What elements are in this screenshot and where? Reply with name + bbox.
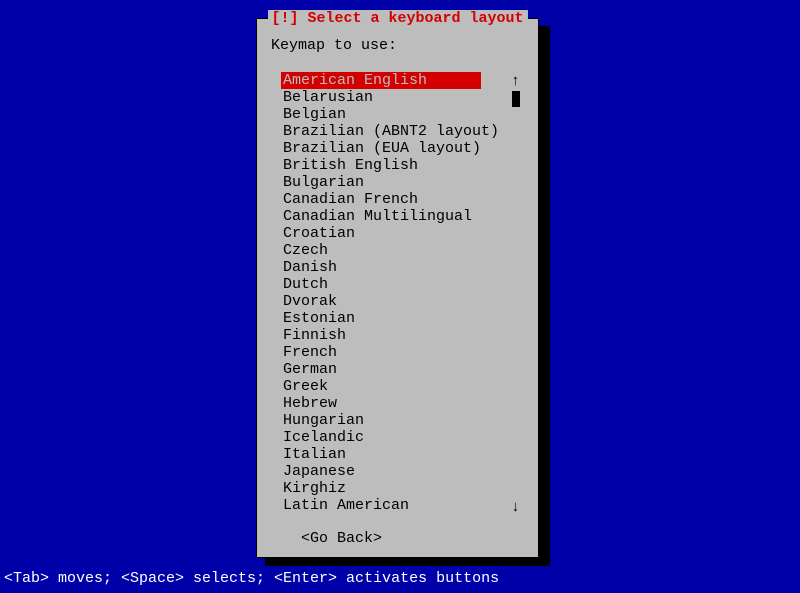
list-item[interactable]: Estonian [281,310,524,327]
dialog-content: Keymap to use: American English Belarusi… [257,19,538,557]
list-item[interactable]: Icelandic [281,429,524,446]
dialog-title: [!] Select a keyboard layout [267,10,527,27]
list-item[interactable]: Latin American [281,497,524,514]
list-item[interactable]: Greek [281,378,524,395]
list-item[interactable]: Brazilian (ABNT2 layout) [281,123,524,140]
go-back-button[interactable]: <Go Back> [301,530,524,547]
list-item[interactable]: British English [281,157,524,174]
scroll-thumb[interactable] [512,91,520,107]
scroll-up-icon[interactable]: ↑ [511,73,520,90]
scroll-down-icon[interactable]: ↓ [511,499,520,516]
list-item[interactable]: Italian [281,446,524,463]
list-item[interactable]: American English [281,72,481,89]
list-item[interactable]: Danish [281,259,524,276]
list-item[interactable]: Brazilian (EUA layout) [281,140,524,157]
list-item[interactable]: Finnish [281,327,524,344]
list-item[interactable]: German [281,361,524,378]
list-item[interactable]: Canadian French [281,191,524,208]
list-item[interactable]: Belgian [281,106,524,123]
list-item[interactable]: Czech [281,242,524,259]
dialog-prompt: Keymap to use: [271,37,524,54]
footer-help-text: <Tab> moves; <Space> selects; <Enter> ac… [4,570,499,587]
list-item[interactable]: Croatian [281,225,524,242]
list-item[interactable]: Canadian Multilingual [281,208,524,225]
list-item[interactable]: Kirghiz [281,480,524,497]
list-item[interactable]: Dvorak [281,293,524,310]
keyboard-layout-dialog: [!] Select a keyboard layout Keymap to u… [256,18,539,558]
list-item[interactable]: Hungarian [281,412,524,429]
list-item[interactable]: Hebrew [281,395,524,412]
list-item[interactable]: Dutch [281,276,524,293]
keymap-list[interactable]: American English Belarusian Belgian Braz… [281,72,524,514]
list-item[interactable]: Belarusian [281,89,524,106]
list-item[interactable]: Japanese [281,463,524,480]
list-item[interactable]: French [281,344,524,361]
list-item[interactable]: Bulgarian [281,174,524,191]
